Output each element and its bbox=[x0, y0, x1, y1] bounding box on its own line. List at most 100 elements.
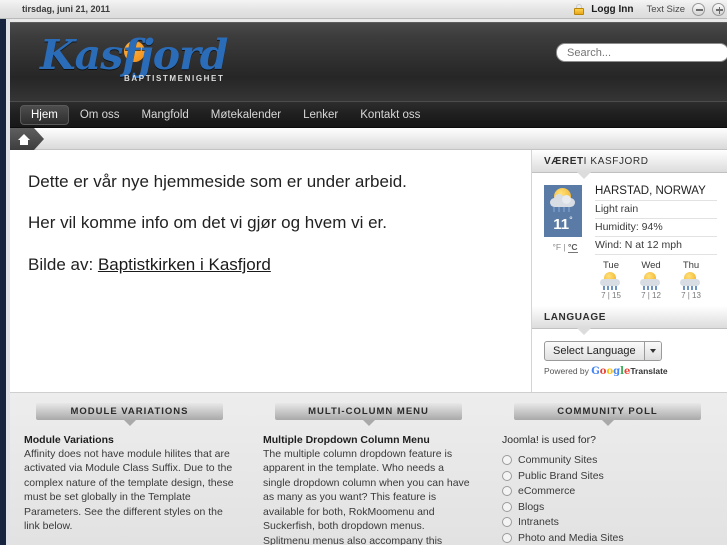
main-navigation: Hjem Om oss Mangfold Møtekalender Lenker… bbox=[10, 101, 727, 128]
forecast-temps: 7 | 12 bbox=[641, 291, 661, 300]
site-logo[interactable]: Kasfjord BAPTISTMENIGHET bbox=[40, 29, 240, 91]
weather-module-title-rest: I KASFJORD bbox=[583, 155, 649, 167]
forecast-day: Wed 7 | 12 bbox=[635, 260, 667, 300]
poll-option[interactable]: Community Sites bbox=[502, 454, 713, 466]
site-header: Kasfjord BAPTISTMENIGHET bbox=[10, 22, 727, 101]
language-select-label: Select Language bbox=[553, 345, 636, 357]
radio-icon[interactable] bbox=[502, 470, 512, 481]
nav-item-mangfold[interactable]: Mangfold bbox=[130, 105, 199, 125]
weather-module-title: VÆRET I KASFJORD bbox=[532, 150, 727, 179]
article-paragraph-2: Her vil komme info om det vi gjør og hve… bbox=[28, 213, 388, 233]
language-select[interactable]: Select Language bbox=[544, 341, 662, 361]
text-size-increase-button[interactable] bbox=[712, 2, 725, 16]
weather-widget: 11° °F | °C HARSTAD, NORWAY Light rain H… bbox=[532, 173, 727, 306]
radio-icon[interactable] bbox=[502, 517, 512, 527]
multi-column-menu-module: MULTI-COLUMN MENU Multiple Dropdown Colu… bbox=[249, 403, 488, 545]
poll-option-label: Community Sites bbox=[518, 454, 598, 466]
weather-forecast: Tue 7 | 15 Wed 7 | 12 Thu 7 | 13 bbox=[595, 255, 717, 300]
nav-item-om-oss[interactable]: Om oss bbox=[69, 105, 131, 125]
breadcrumb bbox=[10, 128, 727, 150]
multi-column-menu-heading: Multiple Dropdown Column Menu bbox=[263, 434, 430, 446]
forecast-temps: 7 | 15 bbox=[601, 291, 621, 300]
text-size-decrease-button[interactable] bbox=[692, 2, 705, 16]
search-input[interactable] bbox=[556, 43, 727, 62]
sun-rain-icon bbox=[549, 188, 577, 212]
weather-icon-panel: 11° °F | °C bbox=[544, 185, 586, 300]
nav-item-motekalender[interactable]: Møtekalender bbox=[200, 105, 292, 125]
weather-module-title-strong: VÆRET bbox=[544, 155, 584, 167]
poll-option[interactable]: Public Brand Sites bbox=[502, 470, 713, 482]
image-credit-link[interactable]: Baptistkirken i Kasfjord bbox=[98, 255, 271, 274]
weather-wind: Wind: N at 12 mph bbox=[595, 237, 717, 255]
login-link[interactable]: Logg Inn bbox=[591, 4, 633, 15]
chevron-down-icon[interactable] bbox=[643, 342, 661, 360]
poll-option-label: eCommerce bbox=[518, 485, 576, 497]
article-body: Dette er vår nye hjemmeside som er under… bbox=[10, 150, 530, 392]
forecast-day: Thu 7 | 13 bbox=[675, 260, 707, 300]
poll-option-label: Photo and Media Sites bbox=[518, 531, 624, 544]
radio-icon[interactable] bbox=[502, 532, 512, 543]
logo-subtitle: BAPTISTMENIGHET bbox=[124, 74, 225, 83]
powered-by-google-translate: Powered by GoogleTranslate bbox=[544, 366, 715, 377]
multi-column-menu-title: MULTI-COLUMN MENU bbox=[275, 403, 462, 426]
weather-location: HARSTAD, NORWAY bbox=[595, 185, 717, 201]
current-date: tirsdag, juni 21, 2011 bbox=[22, 4, 111, 14]
weather-current-box: 11° bbox=[544, 185, 582, 237]
weather-condition: Light rain bbox=[595, 201, 717, 219]
unit-fahrenheit[interactable]: °F bbox=[552, 242, 561, 252]
bottom-modules: MODULE VARIATIONS Module Variations Affi… bbox=[10, 392, 727, 545]
breadcrumb-home-button[interactable] bbox=[10, 128, 44, 150]
powered-by-label: Powered by bbox=[544, 366, 592, 376]
poll-option[interactable]: Photo and Media Sites bbox=[502, 532, 713, 544]
content-area: Dette er vår nye hjemmeside som er under… bbox=[10, 150, 727, 392]
top-utility-right: Logg Inn Text Size bbox=[574, 2, 727, 16]
module-variations-body: Module Variations Affinity does not have… bbox=[24, 420, 235, 545]
page-root: tirsdag, juni 21, 2011 Logg Inn Text Siz… bbox=[0, 0, 727, 545]
poll-option[interactable]: Intranets bbox=[502, 516, 713, 528]
module-variations-heading: Module Variations bbox=[24, 434, 114, 446]
forecast-temps: 7 | 13 bbox=[681, 291, 701, 300]
forecast-day-name: Tue bbox=[602, 260, 620, 271]
language-module-title: LANGUAGE bbox=[532, 306, 727, 335]
right-sidebar: VÆRET I KASFJORD 11° °F | °C HARSTAD, NO… bbox=[532, 150, 727, 392]
multi-column-menu-body: Multiple Dropdown Column Menu The multip… bbox=[263, 420, 474, 545]
forecast-day-name: Thu bbox=[682, 260, 700, 271]
module-variations-title: MODULE VARIATIONS bbox=[36, 403, 223, 426]
radio-icon[interactable] bbox=[502, 455, 512, 465]
weather-humidity: Humidity: 94% bbox=[595, 219, 717, 237]
multi-column-menu-text: The multiple column dropdown feature is … bbox=[263, 448, 470, 545]
poll-option-label: Intranets bbox=[518, 516, 559, 528]
poll-option[interactable]: Blogs bbox=[502, 501, 713, 513]
language-widget: Select Language Powered by GoogleTransla… bbox=[532, 329, 727, 385]
radio-icon[interactable] bbox=[502, 486, 512, 496]
unit-celsius[interactable]: °C bbox=[568, 242, 578, 253]
forecast-day: Tue 7 | 15 bbox=[595, 260, 627, 300]
weather-details: HARSTAD, NORWAY Light rain Humidity: 94%… bbox=[586, 185, 717, 300]
logo-wordmark: Kasfjord bbox=[40, 31, 228, 79]
community-poll-title: COMMUNITY POLL bbox=[514, 403, 701, 426]
article-paragraph-1: Dette er vår nye hjemmeside som er under… bbox=[28, 172, 407, 191]
forecast-day-name: Wed bbox=[641, 260, 661, 271]
google-logo: Google bbox=[591, 366, 631, 377]
top-utility-bar: tirsdag, juni 21, 2011 Logg Inn Text Siz… bbox=[0, 0, 727, 19]
lock-icon bbox=[574, 3, 585, 15]
module-variations-module: MODULE VARIATIONS Module Variations Affi… bbox=[10, 403, 249, 545]
nav-item-hjem[interactable]: Hjem bbox=[20, 104, 69, 125]
poll-option[interactable]: eCommerce bbox=[502, 485, 713, 497]
weather-unit-toggle[interactable]: °F | °C bbox=[544, 242, 586, 253]
module-variations-text: Affinity does not have module hilites th… bbox=[24, 448, 234, 533]
poll-option-label: Blogs bbox=[518, 500, 545, 513]
nav-item-lenker[interactable]: Lenker bbox=[292, 105, 349, 125]
image-credit-label: Bilde av: bbox=[28, 254, 94, 274]
sun-rain-icon bbox=[600, 272, 622, 290]
community-poll-body: Joomla! is used for? Community Sites Pub… bbox=[502, 420, 713, 544]
radio-icon[interactable] bbox=[502, 501, 512, 512]
poll-question: Joomla! is used for? bbox=[502, 434, 596, 446]
sun-rain-icon bbox=[640, 272, 662, 290]
weather-temperature: 11° bbox=[553, 215, 573, 233]
unit-separator: | bbox=[563, 242, 566, 252]
sun-rain-icon bbox=[680, 272, 702, 290]
nav-item-kontakt-oss[interactable]: Kontakt oss bbox=[349, 105, 431, 125]
article-paragraph-3: Bilde av: Baptistkirken i Kasfjord bbox=[28, 255, 512, 275]
home-icon bbox=[18, 133, 30, 145]
